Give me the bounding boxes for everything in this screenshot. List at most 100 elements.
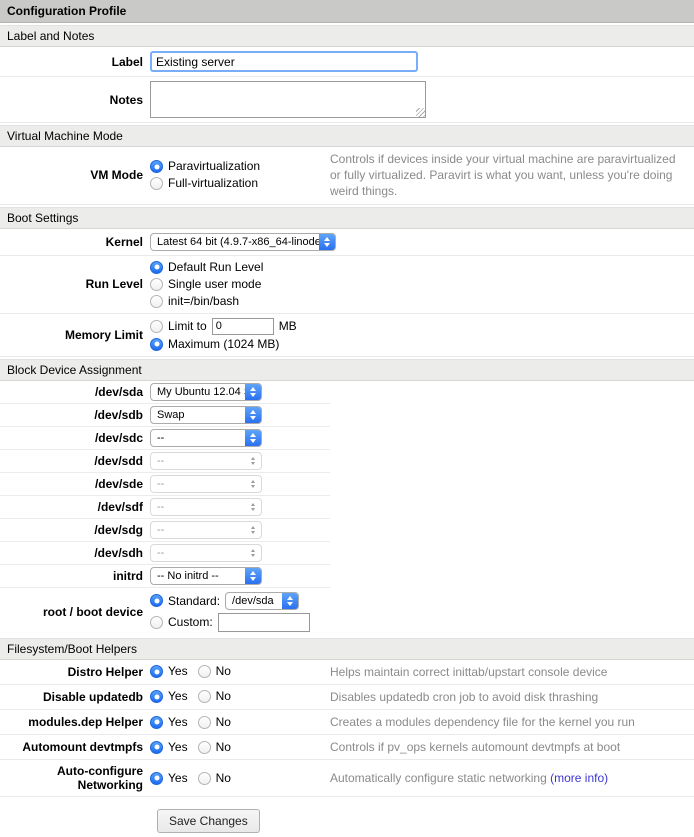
automount-devtmpfs-no-option[interactable]: No <box>198 740 231 755</box>
select-arrows-icon <box>245 384 261 400</box>
modules-dep-no-option[interactable]: No <box>198 715 231 730</box>
notes-textarea[interactable] <box>150 81 426 118</box>
yes-label: Yes <box>168 771 188 786</box>
radio-selected-icon <box>150 716 163 729</box>
no-label: No <box>216 664 231 679</box>
radio-unselected-icon <box>198 665 211 678</box>
device-sdb-select[interactable]: Swap <box>150 406 262 424</box>
memory-unit-label: MB <box>279 319 297 334</box>
yes-label: Yes <box>168 740 188 755</box>
vm-mode-row: VM Mode Paravirtualization Full-virtuali… <box>0 147 694 205</box>
select-arrows-icon <box>282 593 298 609</box>
no-label: No <box>216 689 231 704</box>
device-sdc-select[interactable]: -- <box>150 429 262 447</box>
device-sdg-select: -- <box>150 521 262 539</box>
label-input[interactable] <box>150 51 418 72</box>
memory-limit-input[interactable] <box>212 318 274 335</box>
initrd-select[interactable]: -- No initrd -- <box>150 567 262 585</box>
vm-mode-option-full-virtualization[interactable]: Full-virtualization <box>150 176 330 191</box>
disable-updatedb-yes-option[interactable]: Yes <box>150 689 188 704</box>
distro-helper-yes-option[interactable]: Yes <box>150 664 188 679</box>
no-label: No <box>216 771 231 786</box>
root-boot-custom-option[interactable]: Custom: <box>150 613 310 632</box>
radio-unselected-icon <box>150 320 163 333</box>
block-device-row-sdc: /dev/sdc -- <box>0 427 330 450</box>
device-label: /dev/sdc <box>0 431 150 445</box>
kernel-select[interactable]: Latest 64 bit (4.9.7-x86_64-linode80) <box>150 233 336 251</box>
more-info-link[interactable]: (more info) <box>550 771 608 785</box>
device-select-value: -- <box>151 476 245 492</box>
device-label: /dev/sde <box>0 477 150 491</box>
section-header-label-and-notes: Label and Notes <box>0 25 694 47</box>
device-sdd-select: -- <box>150 452 262 470</box>
radio-option-label: Full-virtualization <box>168 176 258 191</box>
yes-label: Yes <box>168 689 188 704</box>
radio-selected-icon <box>150 690 163 703</box>
device-select-value: Swap <box>151 407 245 423</box>
form-footer: Save Changes <box>0 797 694 837</box>
memory-limit-option-limit-to[interactable]: Limit to MB <box>150 318 694 335</box>
select-arrows-icon <box>245 430 261 446</box>
radio-option-label: Paravirtualization <box>168 159 260 174</box>
vm-mode-help-text: Controls if devices inside your virtual … <box>330 151 694 200</box>
radio-option-label: Default Run Level <box>168 260 263 275</box>
memory-limit-row: Memory Limit Limit to MB Maximum (1024 M… <box>0 314 694 357</box>
section-header-block-device-assignment: Block Device Assignment <box>0 359 694 381</box>
device-label: /dev/sda <box>0 385 150 399</box>
radio-unselected-icon <box>198 690 211 703</box>
vm-mode-option-paravirtualization[interactable]: Paravirtualization <box>150 159 330 174</box>
device-select-value: -- No initrd -- <box>151 568 245 584</box>
run-level-option-default[interactable]: Default Run Level <box>150 260 694 275</box>
block-device-row-initrd: initrd -- No initrd -- <box>0 565 330 588</box>
radio-unselected-icon <box>198 716 211 729</box>
root-boot-device-label: root / boot device <box>0 605 150 619</box>
auto-configure-networking-row: Auto-configure Networking Yes No Automat… <box>0 760 694 797</box>
kernel-row: Kernel Latest 64 bit (4.9.7-x86_64-linod… <box>0 229 694 256</box>
select-arrows-icon <box>319 234 335 250</box>
section-header-boot-settings: Boot Settings <box>0 207 694 229</box>
save-changes-button[interactable]: Save Changes <box>157 809 260 833</box>
radio-selected-icon <box>150 772 163 785</box>
run-level-option-init-bin-bash[interactable]: init=/bin/bash <box>150 294 694 309</box>
device-label: /dev/sdd <box>0 454 150 468</box>
helper-label: modules.dep Helper <box>0 715 150 729</box>
helper-label: Auto-configure Networking <box>0 764 150 792</box>
radio-option-label: Maximum (1024 MB) <box>168 337 279 352</box>
custom-label: Custom: <box>168 615 213 629</box>
radio-unselected-icon <box>198 741 211 754</box>
memory-limit-option-maximum[interactable]: Maximum (1024 MB) <box>150 337 694 352</box>
root-boot-standard-option[interactable]: Standard: /dev/sda <box>150 592 310 610</box>
select-arrows-icon <box>245 499 261 515</box>
notes-row: Notes <box>0 77 694 123</box>
kernel-select-value: Latest 64 bit (4.9.7-x86_64-linode80) <box>151 234 319 250</box>
radio-option-label: Single user mode <box>168 277 261 292</box>
distro-helper-no-option[interactable]: No <box>198 664 231 679</box>
label-row: Label <box>0 47 694 77</box>
memory-limit-label: Memory Limit <box>0 328 150 342</box>
disable-updatedb-row: Disable updatedb Yes No Disables updated… <box>0 685 694 710</box>
device-label: /dev/sdg <box>0 523 150 537</box>
root-device-select[interactable]: /dev/sda <box>225 592 299 610</box>
root-boot-device-row: root / boot device Standard: /dev/sda Cu… <box>0 588 330 636</box>
device-select-value: My Ubuntu 12.04 Server <box>151 384 245 400</box>
device-sda-select[interactable]: My Ubuntu 12.04 Server <box>150 383 262 401</box>
automount-devtmpfs-yes-option[interactable]: Yes <box>150 740 188 755</box>
root-device-select-value: /dev/sda <box>226 593 282 609</box>
disable-updatedb-no-option[interactable]: No <box>198 689 231 704</box>
radio-unselected-icon <box>150 616 163 629</box>
select-arrows-icon <box>245 407 261 423</box>
select-arrows-icon <box>245 476 261 492</box>
device-label: /dev/sdf <box>0 500 150 514</box>
yes-label: Yes <box>168 715 188 730</box>
auto-configure-networking-no-option[interactable]: No <box>198 771 231 786</box>
resize-handle-icon[interactable] <box>416 108 425 117</box>
select-arrows-icon <box>245 568 261 584</box>
modules-dep-yes-option[interactable]: Yes <box>150 715 188 730</box>
custom-root-device-input[interactable] <box>218 613 310 632</box>
kernel-label: Kernel <box>0 235 150 249</box>
section-header-filesystem-boot-helpers: Filesystem/Boot Helpers <box>0 638 694 660</box>
run-level-option-single-user[interactable]: Single user mode <box>150 277 694 292</box>
block-device-row-sda: /dev/sda My Ubuntu 12.04 Server <box>0 381 330 404</box>
select-arrows-icon <box>245 453 261 469</box>
auto-configure-networking-yes-option[interactable]: Yes <box>150 771 188 786</box>
